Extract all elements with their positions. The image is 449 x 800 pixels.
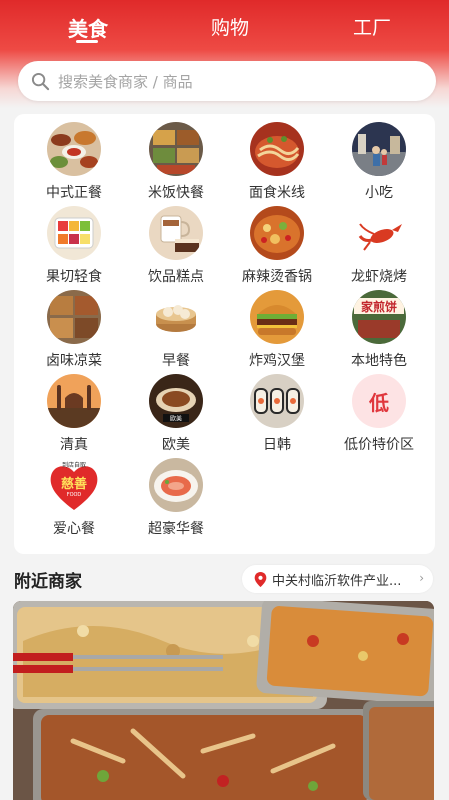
western-food-icon: 欧美 [149,374,203,428]
burger-icon [250,290,304,344]
mosque-icon [47,374,101,428]
category-label: 小吃 [365,185,393,201]
category-label: 早餐 [162,353,190,369]
fruit-cut-icon [47,206,101,260]
category-japan-korea[interactable]: 日韩 [222,374,332,454]
category-burger[interactable]: 炸鸡汉堡 [222,290,332,370]
snack-street-icon [352,122,406,176]
category-luxury-meal[interactable]: 超豪华餐 [121,458,231,538]
braised-cold-dish-icon [47,290,101,344]
category-western[interactable]: 欧美 欧美 [121,374,231,454]
rice-fastfood-icon [149,122,203,176]
local-special-sign: 家煎饼 [361,299,397,314]
category-local-special[interactable]: 家煎饼 本地特色 [324,290,434,370]
category-label: 麻辣烫香锅 [242,269,312,285]
category-halal[interactable]: 清真 [19,374,129,454]
location-text: 中关村临沂软件产业... [272,573,402,589]
category-label: 果切轻食 [46,269,102,285]
category-chinese-meal[interactable]: 中式正餐 [19,122,129,202]
noodles-icon [250,122,304,176]
category-noodles[interactable]: 面食米线 [222,122,332,202]
category-label: 欧美 [162,437,190,453]
charity-bottom-text: FOOD [67,492,82,498]
nearby-merchants-title: 附近商家 [14,572,82,592]
low-price-icon: 低 [352,374,406,428]
category-label: 超豪华餐 [148,521,204,537]
buffet-trays-image [13,601,434,800]
lobster-icon [352,206,406,260]
charity-heart-icon: 到店自取 慈善 FOOD [47,458,101,512]
location-pin-icon [254,571,267,587]
category-label: 中式正餐 [46,185,102,201]
charity-badge-text: 慈善 [61,476,87,492]
category-label: 清真 [60,437,88,453]
active-tab-indicator [76,40,98,43]
breakfast-bun-icon [149,290,203,344]
category-braised-cold[interactable]: 卤味凉菜 [19,290,129,370]
luxury-plate-icon [149,458,203,512]
category-label: 面食米线 [249,185,305,201]
local-special-icon: 家煎饼 [352,290,406,344]
category-label: 饮品糕点 [148,269,204,285]
category-drink-cake[interactable]: 饮品糕点 [121,206,231,286]
tab-shopping[interactable]: 购物 [211,13,249,40]
category-fruit-cut[interactable]: 果切轻食 [19,206,129,286]
category-spicy-pot[interactable]: 麻辣烫香锅 [222,206,332,286]
tab-factory[interactable]: 工厂 [353,13,391,40]
merchant-photo[interactable] [13,601,434,800]
western-sign: 欧美 [170,415,182,423]
search-icon [31,72,50,90]
category-rice-fastfood[interactable]: 米饭快餐 [121,122,231,202]
category-label: 龙虾烧烤 [351,269,407,285]
category-label: 日韩 [263,437,291,453]
category-label: 本地特色 [351,353,407,369]
charity-top-text: 到店自取 [62,461,86,469]
category-label: 卤味凉菜 [46,353,102,369]
search-bar[interactable]: 搜索美食商家 / 商品 [18,61,436,101]
location-selector[interactable]: 中关村临沂软件产业... › [242,565,433,593]
low-price-badge-text: 低 [369,390,389,415]
category-label: 低价特价区 [344,437,414,453]
category-charity-meal[interactable]: 到店自取 慈善 FOOD 爱心餐 [19,458,129,538]
category-low-price[interactable]: 低 低价特价区 [324,374,434,454]
category-lobster-bbq[interactable]: 龙虾烧烤 [324,206,434,286]
sushi-icon [250,374,304,428]
chevron-right-icon: › [419,571,424,585]
spicy-pot-icon [250,206,304,260]
tab-food[interactable]: 美食 [68,13,108,42]
category-label: 米饭快餐 [148,185,204,201]
chinese-meal-icon [47,122,101,176]
drink-cake-icon [149,206,203,260]
category-snack[interactable]: 小吃 [324,122,434,202]
category-label: 爱心餐 [53,521,95,537]
search-placeholder: 搜索美食商家 / 商品 [58,72,193,91]
category-breakfast[interactable]: 早餐 [121,290,231,370]
category-grid: 中式正餐 米饭快餐 面食米线 小吃 果切轻食 饮品糕点 麻辣烫香锅 龙虾烧烤 卤… [14,114,435,554]
category-label: 炸鸡汉堡 [249,353,305,369]
